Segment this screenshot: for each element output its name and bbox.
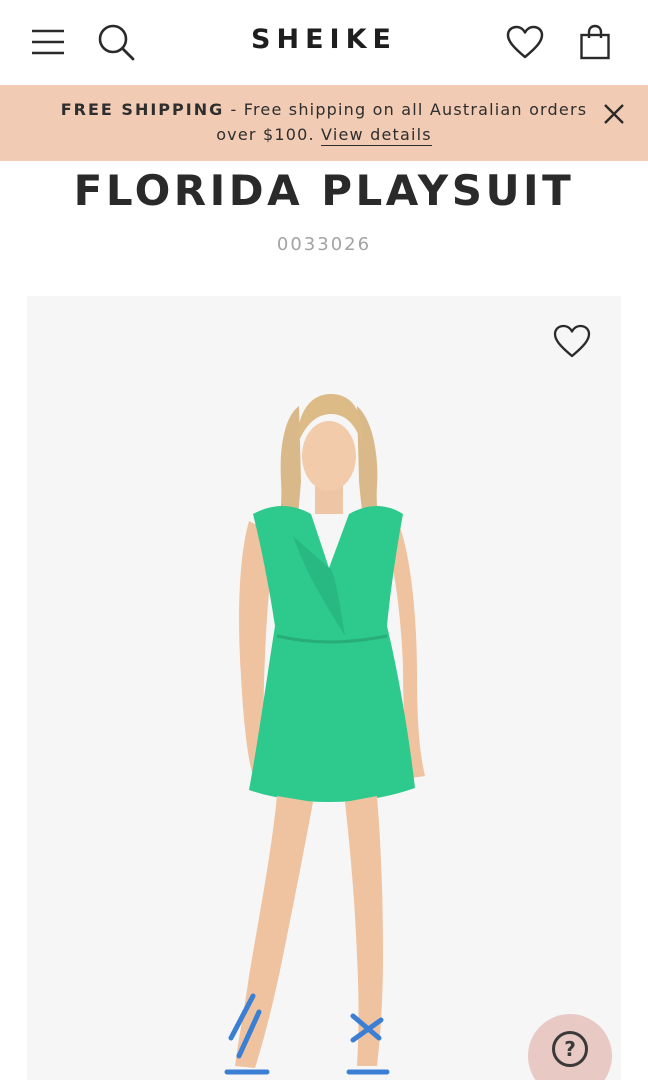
product-sku: 0033026	[276, 234, 372, 255]
site-header: SHEIKE	[0, 0, 648, 85]
view-details-link[interactable]: View details	[321, 125, 432, 146]
product-image[interactable]	[27, 296, 621, 1080]
shopping-bag-icon	[580, 24, 610, 60]
banner-close-button[interactable]	[596, 96, 632, 132]
model-photo	[224, 394, 425, 1075]
brand-logo[interactable]: SHEIKE	[0, 24, 648, 55]
shipping-banner: FREE SHIPPING - Free shipping on all Aus…	[0, 85, 648, 161]
shipping-banner-text: FREE SHIPPING - Free shipping on all Aus…	[40, 97, 608, 147]
wishlist-button[interactable]	[503, 20, 547, 64]
question-mark-icon: ?	[552, 1031, 588, 1067]
heart-icon	[553, 324, 591, 358]
bag-button[interactable]	[573, 20, 617, 64]
shipping-banner-title: FREE SHIPPING	[60, 100, 225, 119]
product-page: SHEIKE FREE SHIPPING - Free shipping on …	[0, 0, 648, 1080]
shipping-banner-separator: -	[224, 100, 244, 119]
product-title: FLORIDA PLAYSUIT	[73, 166, 575, 215]
close-icon	[604, 104, 624, 124]
image-wishlist-button[interactable]	[549, 318, 595, 364]
heart-icon	[506, 25, 544, 59]
